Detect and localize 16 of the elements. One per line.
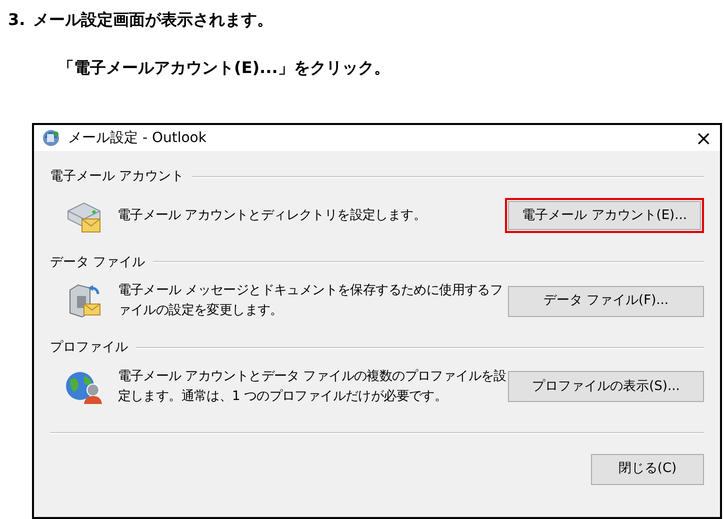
section-description: 電子メール メッセージとドキュメントを保存するために使用するファイルの設定を変更します。 [118, 282, 504, 320]
section-button[interactable]: データ ファイル(F)... [508, 286, 704, 316]
section-label: データ ファイル [50, 254, 146, 272]
section-description: 電子メール アカウントとディレクトリを設定します。 [117, 206, 428, 224]
instruction-text: 「電子メールアカウント(E)...」をクリック。 [58, 58, 390, 77]
window-title: メール設定 - Outlook [68, 128, 206, 148]
step-text: メール設定画面が表示されます。 [33, 9, 274, 31]
section-description: 電子メール アカウントとデータ ファイルの複数のプロファイルを設定します。通常は、1 つのプロファイルだけが必要です。 [118, 368, 508, 406]
section-button[interactable]: 電子メール アカウント(E)... [505, 198, 704, 233]
close-button[interactable]: × [695, 128, 712, 148]
outlook-icon [42, 129, 60, 147]
section-label: 電子メール アカウント [50, 168, 184, 186]
section-label: プロファイル [50, 339, 128, 357]
close-dialog-button[interactable]: 閉じる(C) [591, 454, 704, 484]
step-number: 3. [8, 9, 26, 31]
section-button[interactable]: プロファイルの表示(S)... [508, 371, 704, 402]
